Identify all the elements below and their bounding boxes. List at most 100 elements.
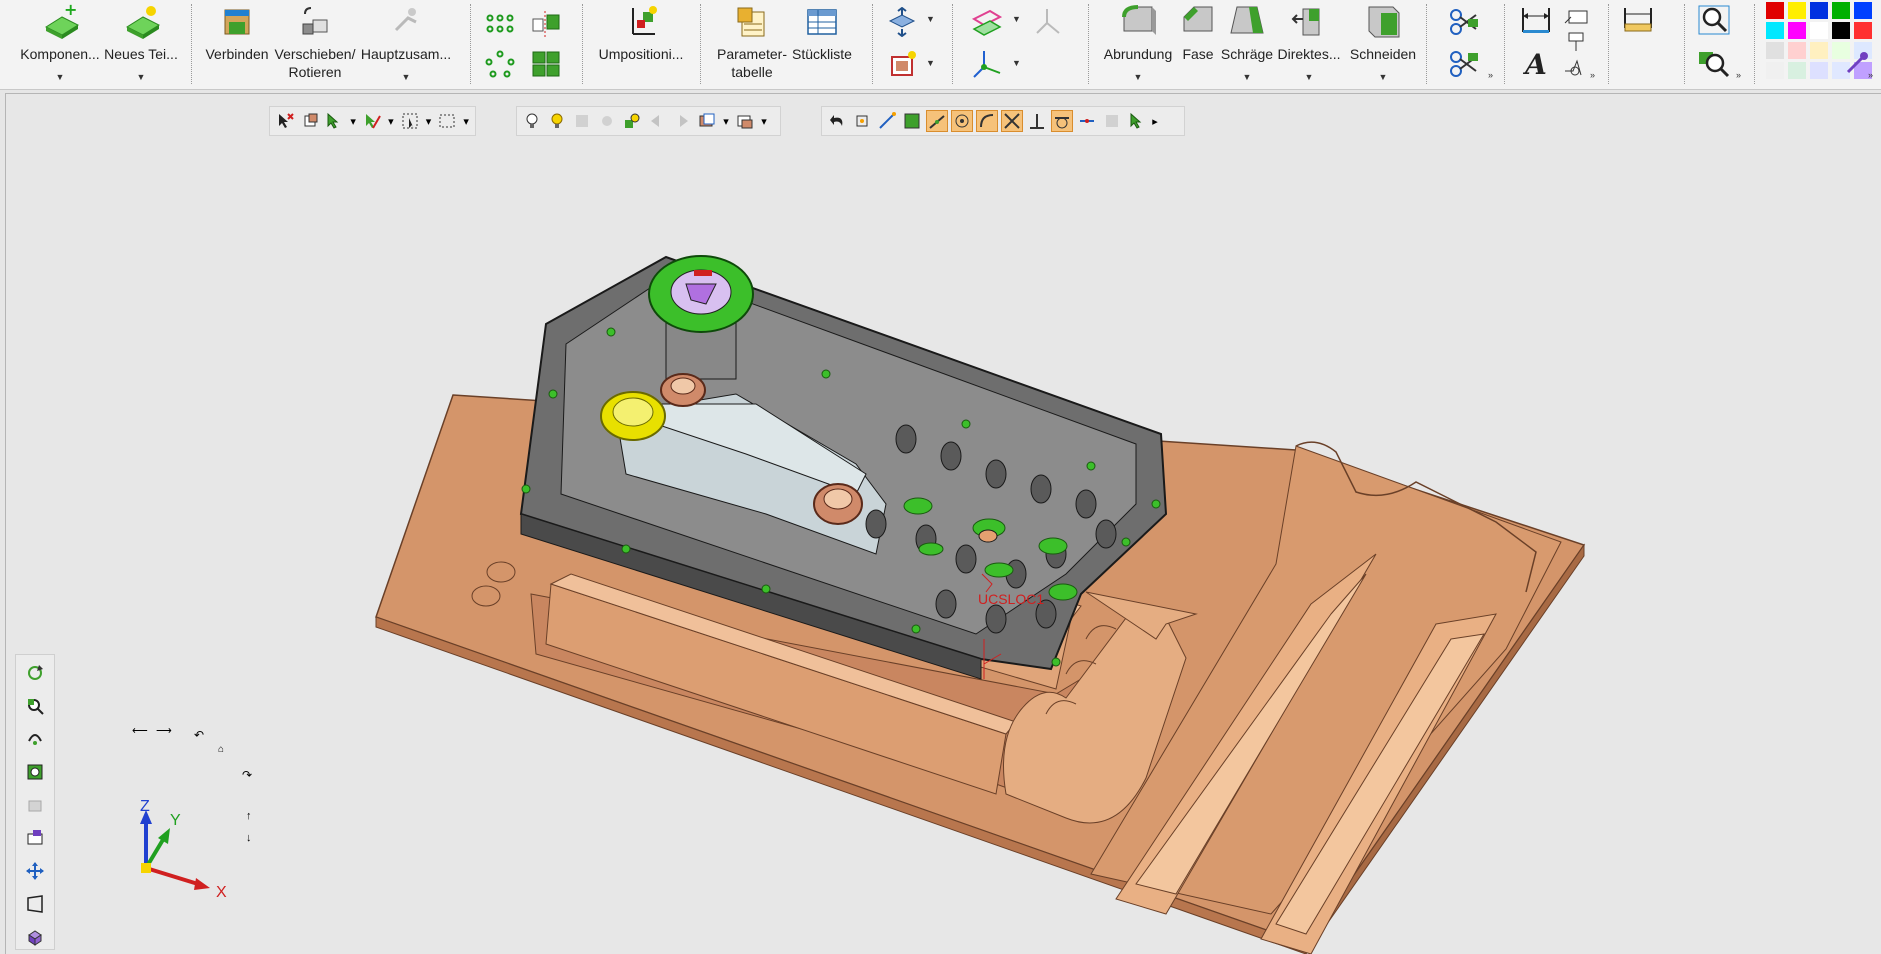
snap-perpendicular-icon[interactable] [1026, 110, 1048, 132]
perspective-icon[interactable] [22, 891, 48, 916]
expand-icon[interactable]: ▸ [1151, 110, 1159, 132]
snap-point-icon[interactable] [851, 110, 873, 132]
select-filter-icon[interactable] [324, 110, 346, 132]
view-orientation-icon[interactable] [734, 110, 756, 132]
main-assembly-button[interactable]: Hauptzusam... ▼ [360, 0, 452, 86]
chevron-down-icon[interactable]: ▾ [759, 110, 769, 132]
connect-button[interactable]: Verbinden [202, 0, 272, 86]
coordinate-system-icon[interactable] [968, 46, 1004, 82]
chevron-down-icon[interactable]: ▼ [137, 72, 146, 82]
chevron-down-icon[interactable]: ▾ [424, 110, 434, 132]
chevron-down-icon[interactable]: ▾ [461, 110, 471, 132]
new-part-button[interactable]: Neues Tei... ▼ [104, 0, 178, 86]
split-body-icon[interactable] [1446, 4, 1482, 40]
expand-group-icon[interactable]: » [1488, 70, 1493, 80]
color-swatch[interactable] [1854, 2, 1872, 19]
color-swatch[interactable] [1788, 42, 1806, 59]
forward-arrow-icon[interactable] [671, 110, 693, 132]
zoom-window-icon[interactable] [1696, 2, 1732, 38]
orbit-icon[interactable] [22, 727, 48, 752]
show-hide-icon[interactable] [521, 110, 543, 132]
mirror-component-icon[interactable] [528, 6, 564, 42]
move-view-icon[interactable] [22, 858, 48, 883]
reposition-button[interactable]: Umpositioni... [594, 0, 688, 86]
direct-edit-button[interactable]: Direktes... ▼ [1276, 0, 1342, 86]
color-swatch[interactable] [1766, 42, 1784, 59]
color-swatch[interactable] [1788, 62, 1806, 79]
color-swatch[interactable] [1854, 22, 1872, 39]
shaded-view-icon[interactable] [22, 924, 48, 949]
chevron-down-icon[interactable]: ▼ [1012, 14, 1021, 24]
color-swatch[interactable] [1788, 2, 1806, 19]
light-bulb-icon[interactable] [546, 110, 568, 132]
zoom-view-icon[interactable] [22, 694, 48, 719]
measure-icon[interactable] [1620, 2, 1656, 38]
expand-group-icon[interactable]: » [1868, 70, 1873, 80]
chevron-down-icon[interactable]: ▼ [926, 14, 935, 24]
color-swatch[interactable] [1766, 2, 1784, 19]
chevron-down-icon[interactable]: ▼ [1305, 72, 1314, 82]
snap-mid-icon[interactable] [926, 110, 948, 132]
chevron-down-icon[interactable]: ▼ [926, 58, 935, 68]
color-swatch[interactable] [1810, 22, 1828, 39]
axis-icon[interactable] [1030, 4, 1066, 40]
chevron-down-icon[interactable]: ▼ [1012, 58, 1021, 68]
frame-icon[interactable] [884, 46, 920, 82]
pattern-linear-icon[interactable] [482, 6, 518, 42]
select-body-icon[interactable] [299, 110, 321, 132]
snap-end-icon[interactable] [876, 110, 898, 132]
view-triad[interactable]: ⟵ ⟶ ↶ ⌂ ↷ ↑ ↓ Z Y X [116, 714, 276, 914]
text-icon[interactable]: A [1518, 46, 1554, 82]
dimension-icon[interactable] [1518, 2, 1554, 38]
chevron-down-icon[interactable]: ▼ [1379, 72, 1388, 82]
align-icon[interactable] [884, 4, 920, 40]
color-swatch[interactable] [1810, 42, 1828, 59]
fit-all-icon[interactable] [22, 760, 48, 785]
pan-view-icon[interactable] [22, 793, 48, 818]
pattern-component-icon[interactable] [528, 46, 564, 82]
color-swatch[interactable] [1810, 62, 1828, 79]
deselect-icon[interactable] [274, 110, 296, 132]
chevron-down-icon[interactable]: ▼ [56, 72, 65, 82]
rotate-view-icon[interactable] [22, 661, 48, 686]
chamfer-button[interactable]: Fase [1176, 0, 1220, 86]
expand-group-icon[interactable]: » [1736, 70, 1741, 80]
section-view-icon[interactable] [696, 110, 718, 132]
snap-options-icon[interactable] [1126, 110, 1148, 132]
snap-off-icon[interactable] [1101, 110, 1123, 132]
back-arrow-icon[interactable] [646, 110, 668, 132]
plane-icon[interactable] [968, 4, 1004, 40]
color-swatch[interactable] [1832, 22, 1850, 39]
window-select-icon[interactable] [436, 110, 458, 132]
graphics-viewport[interactable]: UCSLOC1 ▾ ▾ ▾ ▾ ▾ ▾ ▸ ⟵ ⟶ ↶ ⌂ ↷ ↑ ↓ Z Y … [5, 93, 1881, 954]
snap-intersection-icon[interactable] [1001, 110, 1023, 132]
color-swatch[interactable] [1766, 62, 1784, 79]
show-all-icon[interactable] [621, 110, 643, 132]
add-component-button[interactable]: + Komponen... ▼ [18, 0, 102, 86]
snap-tangent-icon[interactable] [1051, 110, 1073, 132]
box-select-icon[interactable] [399, 110, 421, 132]
color-swatch[interactable] [1766, 22, 1784, 39]
undo-view-icon[interactable] [826, 110, 848, 132]
color-swatch[interactable] [1788, 22, 1806, 39]
chevron-down-icon[interactable]: ▼ [1243, 72, 1252, 82]
chevron-down-icon[interactable]: ▼ [1134, 72, 1143, 82]
color-swatch[interactable] [1810, 2, 1828, 19]
zoom-fit-icon[interactable] [1696, 46, 1732, 82]
draft-button[interactable]: Schräge ▼ [1220, 0, 1274, 86]
color-swatch[interactable] [1832, 2, 1850, 19]
chevron-down-icon[interactable]: ▼ [402, 72, 411, 82]
chevron-down-icon[interactable]: ▾ [721, 110, 731, 132]
snap-grid-icon[interactable] [901, 110, 923, 132]
transparency-icon[interactable] [571, 110, 593, 132]
snap-point-on-icon[interactable] [1076, 110, 1098, 132]
select-edge-icon[interactable] [361, 110, 383, 132]
cad-model-scene[interactable]: UCSLOC1 [6, 94, 1881, 954]
chevron-down-icon[interactable]: ▾ [348, 110, 358, 132]
pattern-circular-icon[interactable] [482, 46, 518, 82]
move-rotate-button[interactable]: Verschieben/ Rotieren [272, 0, 358, 86]
surface-finish-icon[interactable] [1558, 50, 1594, 86]
split-face-icon[interactable] [1446, 46, 1482, 82]
isolate-icon[interactable] [596, 110, 618, 132]
camera-icon[interactable] [22, 825, 48, 850]
